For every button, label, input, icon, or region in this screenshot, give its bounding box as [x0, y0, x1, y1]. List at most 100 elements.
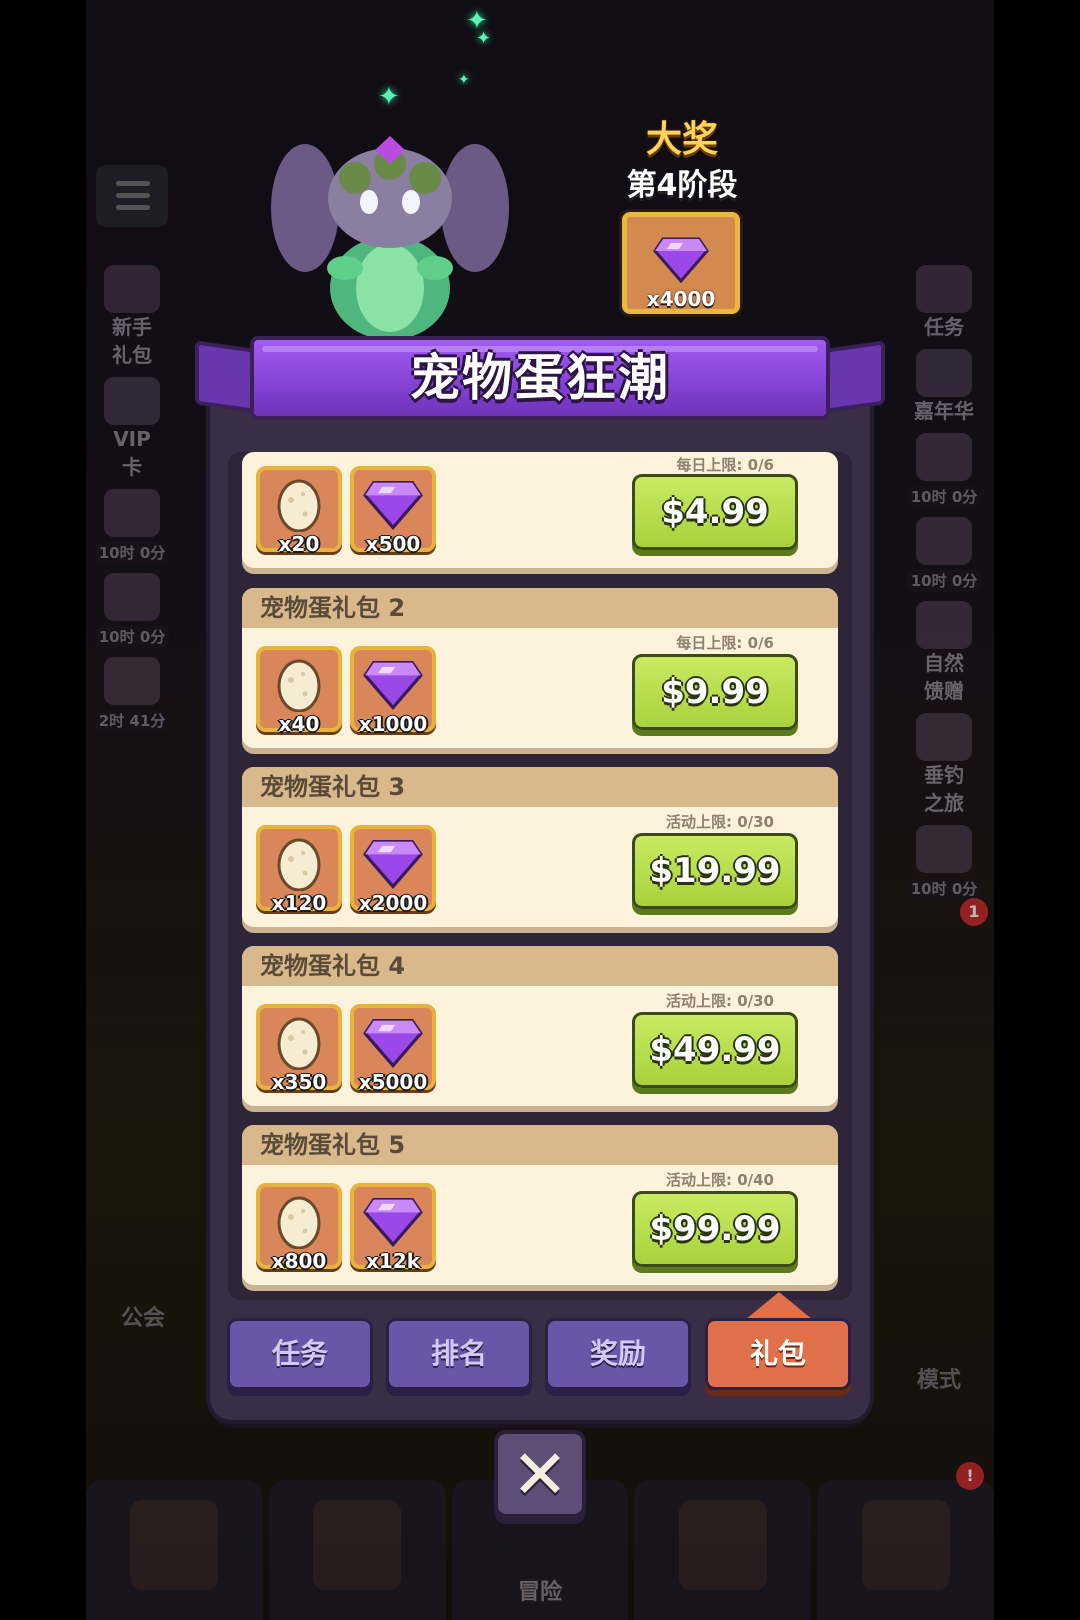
- left-menu-item: 新手 礼包: [93, 265, 171, 369]
- buy-button[interactable]: $49.99: [632, 1012, 798, 1088]
- buy-button[interactable]: $4.99: [632, 474, 798, 550]
- mode-label: 模式: [916, 1368, 961, 1393]
- right-menu-item: 垂钓 之旅: [905, 713, 983, 817]
- reward-item-eggs[interactable]: x20: [256, 466, 342, 556]
- task-clipboard-icon: [916, 265, 972, 313]
- right-menu-item: 自然 馈赠: [905, 601, 983, 705]
- egg-icon: [916, 433, 972, 481]
- package-title: 宠物蛋礼包 4: [242, 946, 838, 986]
- sparkle-icon: ✦: [476, 28, 492, 49]
- right-menu-label: 嘉年华: [914, 399, 974, 423]
- package-title: 宠物蛋礼包 5: [242, 1125, 838, 1165]
- package-card: 每日上限: 0/6 x20 x500 $4.99: [242, 452, 838, 568]
- notification-badge: !: [956, 1462, 984, 1490]
- fish-icon: [916, 713, 972, 761]
- shop-icon: [130, 1500, 219, 1590]
- right-menu-label: 任务: [924, 315, 964, 339]
- tab-tasks[interactable]: 任务: [227, 1318, 373, 1390]
- gem-icon: [363, 840, 423, 890]
- tab-packages[interactable]: 礼包: [705, 1318, 851, 1390]
- package-title: 宠物蛋礼包 2: [242, 588, 838, 628]
- timer: 2时 41分: [94, 710, 170, 732]
- item-quantity: x5000: [358, 1070, 428, 1094]
- close-icon: ✕: [511, 1436, 569, 1515]
- right-side-menu: 任务 嘉年华 10时 0分 10时 0分 自然 馈赠 垂钓 之旅 10时 0分: [904, 265, 984, 901]
- nav-pet: [817, 1480, 994, 1620]
- reward-item-eggs[interactable]: x800: [256, 1183, 342, 1273]
- item-quantity: x350: [271, 1070, 327, 1094]
- nav-shop: [86, 1480, 263, 1620]
- left-menu-item: VIP 卡: [93, 377, 171, 481]
- buy-button[interactable]: $9.99: [632, 654, 798, 730]
- book-icon: [678, 1500, 767, 1590]
- notification-badge: 1: [960, 898, 988, 926]
- grand-prize-qty: x4000: [646, 287, 716, 311]
- item-quantity: x1000: [358, 712, 428, 736]
- nav-label: 冒险: [517, 1580, 562, 1605]
- left-menu-label: 新手 礼包: [112, 315, 152, 367]
- reward-item-gems[interactable]: x12k: [350, 1183, 436, 1273]
- right-menu-item: 10时 0分: [905, 825, 983, 901]
- reward-item-gems[interactable]: x1000: [350, 646, 436, 736]
- item-quantity: x20: [278, 532, 320, 556]
- package-card: 宠物蛋礼包 4 活动上限: 0/30 x350 x5000 $49.99: [242, 946, 838, 1106]
- helmet-icon: [313, 1500, 402, 1590]
- gem-icon: [363, 1019, 423, 1069]
- tab-ranking[interactable]: 排名: [386, 1318, 532, 1390]
- sparkle-icon: ✦: [458, 72, 470, 88]
- nav-book: [634, 1480, 812, 1620]
- sparkle-icon: ✦: [378, 82, 400, 112]
- reward-item-gems[interactable]: x5000: [350, 1004, 436, 1094]
- right-menu-item: 10时 0分: [905, 517, 983, 593]
- left-menu-item: 2时 41分: [93, 657, 171, 733]
- item-quantity: x12k: [365, 1249, 421, 1273]
- reward-item-eggs[interactable]: x40: [256, 646, 342, 736]
- grand-prize-stage: 第4阶段: [626, 168, 738, 203]
- gift-icon: [104, 265, 160, 313]
- right-menu-item: 嘉年华: [905, 349, 983, 425]
- acorn-icon: [916, 601, 972, 649]
- title-ribbon: 宠物蛋狂潮: [195, 332, 885, 432]
- timer: 10时 0分: [94, 626, 170, 648]
- grand-prize-label: 大奖: [645, 119, 718, 160]
- tab-rewards[interactable]: 奖励: [545, 1318, 691, 1390]
- nav-hero: [268, 1480, 446, 1620]
- gem-bag-icon: [104, 489, 160, 537]
- right-menu-label: 自然 馈赠: [924, 651, 964, 703]
- ninja-icon: [104, 657, 160, 705]
- package-card: 宠物蛋礼包 5 活动上限: 0/40 x800 x12k $99.99: [242, 1125, 838, 1285]
- reward-item-eggs[interactable]: x350: [256, 1004, 342, 1094]
- purchase-limit: 每日上限: 0/6: [676, 634, 774, 652]
- wheel-icon: [916, 517, 972, 565]
- purchase-limit: 活动上限: 0/30: [665, 992, 774, 1010]
- item-quantity: x500: [365, 532, 421, 556]
- timer: 10时 0分: [906, 486, 982, 508]
- left-side-menu: 新手 礼包 VIP 卡 10时 0分 10时 0分 2时 41分: [92, 265, 172, 733]
- egg-icon: [277, 1196, 321, 1250]
- purchase-limit: 每日上限: 0/6: [676, 456, 774, 474]
- reward-item-eggs[interactable]: x120: [256, 825, 342, 915]
- purchase-limit: 活动上限: 0/30: [665, 813, 774, 831]
- item-quantity: x120: [271, 891, 327, 915]
- right-menu-item: 任务: [905, 265, 983, 341]
- active-tab-arrow: [745, 1292, 813, 1320]
- right-menu-label: 垂钓 之旅: [924, 763, 964, 815]
- hero-icon: [104, 573, 160, 621]
- egg-icon: [277, 838, 321, 892]
- close-button[interactable]: ✕: [494, 1430, 586, 1518]
- reward-item-gems[interactable]: x500: [350, 466, 436, 556]
- item-quantity: x2000: [358, 891, 428, 915]
- reward-item-gems[interactable]: x2000: [350, 825, 436, 915]
- package-title: 宠物蛋礼包 3: [242, 767, 838, 807]
- buy-button[interactable]: $19.99: [632, 833, 798, 909]
- gem-icon: [363, 661, 423, 711]
- timer: 10时 0分: [906, 570, 982, 592]
- left-menu-item: 10时 0分: [93, 573, 171, 649]
- item-quantity: x40: [278, 712, 320, 736]
- pet-egg-icon: [861, 1500, 950, 1590]
- gem-icon: [363, 1198, 423, 1248]
- event-title: 宠物蛋狂潮: [410, 349, 670, 407]
- package-card: 宠物蛋礼包 3 活动上限: 0/30 x120 x2000 $19.99: [242, 767, 838, 927]
- grand-prize-reward[interactable]: x4000: [622, 212, 740, 314]
- buy-button[interactable]: $99.99: [632, 1191, 798, 1267]
